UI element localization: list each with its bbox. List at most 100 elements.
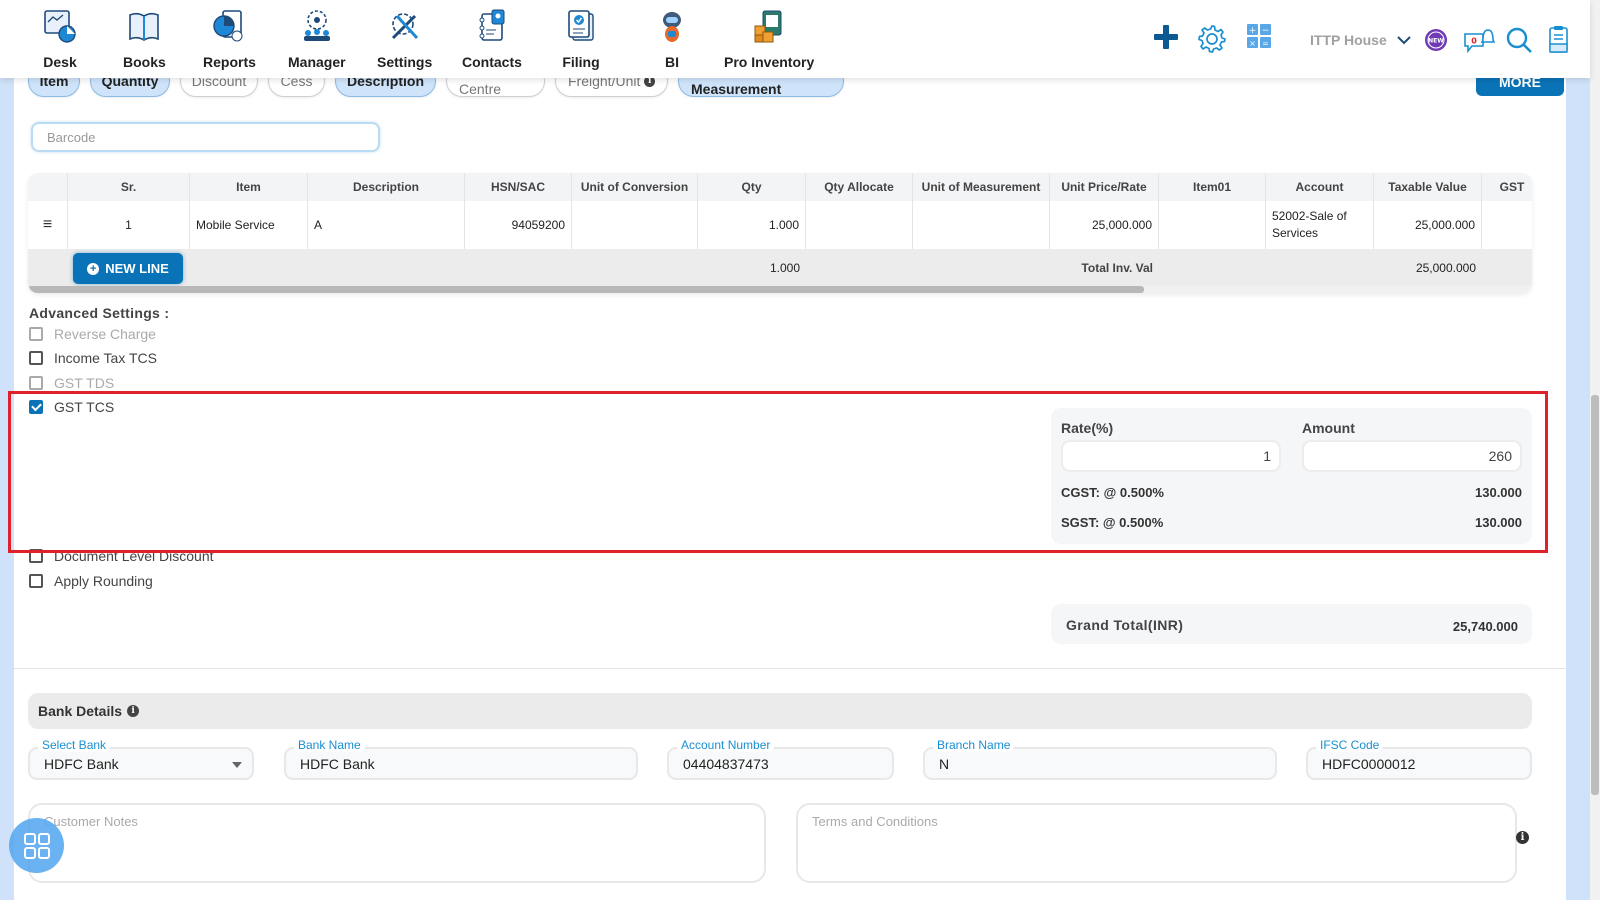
apply-rounding-checkbox[interactable]: [29, 574, 43, 588]
nav-pro-inventory-label: Pro Inventory: [724, 54, 815, 70]
col-description: Description: [308, 173, 465, 201]
nav-desk-label: Desk: [43, 54, 77, 70]
apps-menu-button[interactable]: [9, 818, 64, 873]
col-drag: [28, 173, 68, 201]
ifsc-code-input[interactable]: IFSC Code HDFC0000012: [1306, 738, 1532, 780]
cell-hsn[interactable]: 94059200: [465, 201, 572, 249]
barcode-input[interactable]: Barcode: [31, 122, 380, 152]
documents-button[interactable]: [1546, 22, 1570, 58]
cgst-value: 130.000: [1475, 485, 1522, 500]
new-line-button[interactable]: + NEW LINE: [73, 253, 183, 284]
gst-tcs-checkbox[interactable]: [29, 400, 43, 414]
nav-contacts-label: Contacts: [462, 54, 522, 70]
nav-filing[interactable]: Filing: [561, 6, 601, 70]
table-horizontal-scrollbar[interactable]: [28, 286, 1532, 293]
page-vertical-scrollbar[interactable]: [1590, 0, 1600, 900]
nav-contacts[interactable]: Contacts: [462, 6, 522, 70]
select-bank-value: HDFC Bank: [44, 755, 119, 772]
cell-description[interactable]: A: [308, 201, 465, 249]
nav-books-label: Books: [123, 54, 166, 70]
nav-manager[interactable]: Manager: [288, 6, 346, 70]
info-icon[interactable]: i: [127, 705, 140, 717]
terms-and-conditions-textarea[interactable]: Terms and Conditions: [796, 803, 1517, 883]
cell-gst[interactable]: [1482, 201, 1532, 249]
branch-name-input[interactable]: Branch Name N: [923, 738, 1277, 780]
company-selector[interactable]: ITTP House: [1310, 32, 1387, 48]
option-document-level-discount[interactable]: Document Level Discount: [29, 548, 214, 564]
col-gst: GST: [1499, 180, 1525, 194]
sgst-value: 130.000: [1475, 515, 1522, 530]
cell-qty-allocate[interactable]: [806, 201, 913, 249]
nav-bi-label: BI: [665, 54, 679, 70]
nav-desk[interactable]: Desk: [40, 6, 80, 70]
plus-circle-icon: +: [87, 262, 100, 275]
gst-tds-checkbox[interactable]: [29, 376, 43, 390]
bank-name-input[interactable]: Bank Name HDFC Bank: [284, 738, 638, 780]
bank-name-label: Bank Name: [294, 738, 365, 752]
info-icon[interactable]: i: [1516, 831, 1529, 844]
qty-total: 1.000: [769, 260, 800, 275]
cell-rate[interactable]: 25,000.000: [1050, 201, 1159, 249]
sgst-label: SGST: @ 0.500%: [1061, 515, 1164, 530]
option-income-tax-tcs[interactable]: Income Tax TCS: [29, 350, 157, 366]
table-row[interactable]: ≡ 1 Mobile Service A 94059200 1.000 25,0…: [28, 201, 1532, 249]
nav-bi[interactable]: BI: [652, 6, 692, 70]
cgst-label: CGST: @ 0.500%: [1061, 485, 1164, 500]
add-button[interactable]: [1152, 22, 1180, 52]
reverse-charge-checkbox[interactable]: [29, 327, 43, 341]
notifications-button[interactable]: 0: [1462, 22, 1496, 58]
option-gst-tds[interactable]: GST TDS: [29, 375, 114, 391]
account-number-label: Account Number: [677, 738, 775, 752]
option-gst-tcs[interactable]: GST TCS: [29, 399, 114, 415]
select-bank-dropdown[interactable]: Select Bank HDFC Bank: [28, 738, 254, 780]
document-level-discount-label: Document Level Discount: [54, 548, 214, 564]
col-qty: Qty: [698, 173, 806, 201]
company-dropdown-toggle[interactable]: [1396, 22, 1412, 58]
nav-pro-inventory[interactable]: Pro Inventory: [724, 6, 814, 70]
total-inv-val-label: Total Inv. Val: [1081, 260, 1153, 275]
scrollbar-thumb[interactable]: [28, 286, 1144, 293]
nav-settings-label: Settings: [377, 54, 433, 70]
chevron-down-icon: [1397, 36, 1411, 45]
cell-item[interactable]: Mobile Service: [190, 201, 308, 249]
amount-input[interactable]: 260: [1302, 440, 1522, 472]
gst-tcs-label: GST TCS: [54, 399, 115, 415]
nav-reports[interactable]: Reports: [203, 6, 256, 70]
calculator-button[interactable]: + − × =: [1245, 22, 1273, 50]
customer-notes-textarea[interactable]: Customer Notes: [28, 803, 766, 883]
income-tax-tcs-checkbox[interactable]: [29, 351, 43, 365]
new-badge-icon: NEW: [1425, 29, 1447, 51]
desk-icon: [40, 6, 80, 46]
taxable-total: 25,000.000: [1415, 260, 1476, 275]
nav-books[interactable]: Books: [123, 6, 166, 70]
advanced-settings-title: Advanced Settings :: [29, 305, 170, 321]
nav-filing-label: Filing: [562, 54, 600, 70]
top-navigation: Desk Books Reports Manager Settings Cont…: [0, 0, 1590, 78]
cell-unit-conversion[interactable]: [572, 201, 698, 249]
nav-manager-label: Manager: [288, 54, 346, 70]
grand-total-panel: Grand Total(INR) 25,740.000: [1051, 604, 1532, 644]
bi-robot-icon: [652, 6, 692, 46]
account-number-input[interactable]: Account Number 04404837473: [667, 738, 894, 780]
cell-account[interactable]: 52002-Sale of Services: [1266, 201, 1374, 249]
cell-item01[interactable]: [1159, 201, 1266, 249]
cell-qty[interactable]: 1.000: [698, 201, 806, 249]
svg-text:NEW: NEW: [1428, 38, 1444, 45]
filing-icon: [561, 6, 601, 46]
option-reverse-charge[interactable]: Reverse Charge: [29, 326, 156, 342]
nav-settings[interactable]: Settings: [377, 6, 432, 70]
apply-rounding-label: Apply Rounding: [54, 573, 153, 589]
svg-text:−: −: [1262, 26, 1270, 36]
option-apply-rounding[interactable]: Apply Rounding: [29, 573, 153, 589]
plus-icon: [1154, 25, 1178, 49]
reports-icon: [209, 6, 249, 46]
gst-tcs-panel: Rate(%) Amount 1 260 CGST: @ 0.500% 130.…: [1051, 408, 1532, 544]
cell-uom[interactable]: [913, 201, 1050, 249]
search-button[interactable]: [1504, 22, 1534, 58]
document-level-discount-checkbox[interactable]: [29, 549, 43, 563]
vertical-scrollbar-thumb[interactable]: [1591, 395, 1599, 795]
row-drag-handle[interactable]: ≡: [28, 201, 68, 249]
settings-button[interactable]: [1196, 22, 1228, 54]
whats-new-button[interactable]: NEW: [1423, 22, 1449, 58]
rate-input[interactable]: 1: [1061, 440, 1281, 472]
